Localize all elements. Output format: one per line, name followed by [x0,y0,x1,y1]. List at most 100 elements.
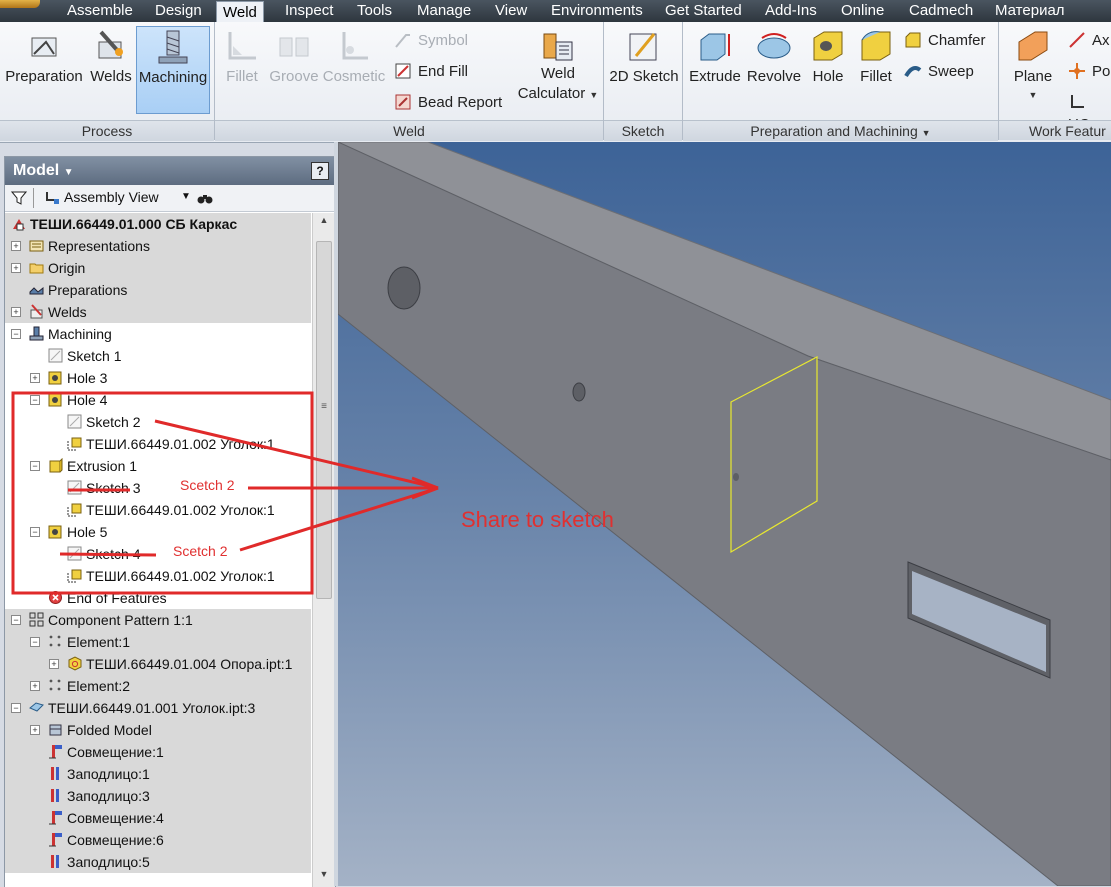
tab-tools[interactable]: Tools [357,0,392,22]
tree-row[interactable]: Заподлицо:1 [5,763,311,785]
revolve-button[interactable]: Revolve [746,26,802,85]
fillet-weld-button[interactable]: Fillet [220,26,264,85]
weld-calculator-button[interactable]: Weld Calculator ▼ [516,26,600,105]
tree-row[interactable]: + Welds [5,301,311,323]
hole-button[interactable]: Hole [808,26,848,85]
tab-manage[interactable]: Manage [417,0,471,22]
tab-inspect[interactable]: Inspect [285,0,333,22]
scroll-up-icon[interactable]: ▲ [317,215,331,229]
collapse-icon[interactable]: − [11,329,21,339]
tab-get-started[interactable]: Get Started [665,0,742,22]
tree-row[interactable]: ТЕШИ.66449.01.000 СБ Каркас [5,213,311,235]
2d-sketch-button[interactable]: 2D Sketch [608,26,680,85]
tree-row[interactable]: + Origin [5,257,311,279]
tree-row[interactable]: − Hole 4 [5,389,311,411]
graphics-viewport[interactable] [338,142,1111,886]
expand-icon[interactable]: + [30,681,40,691]
tree-row[interactable]: Заподлицо:5 [5,851,311,873]
find-binoculars-icon[interactable] [197,190,213,206]
tab-assemble[interactable]: Assemble [67,0,133,22]
tree-row[interactable]: ТЕШИ.66449.01.002 Уголок:1 [5,565,311,587]
tree-row[interactable]: Sketch 1 [5,345,311,367]
tab-material[interactable]: Материал [995,0,1065,22]
expand-icon[interactable]: + [30,725,40,735]
tree-row[interactable]: − Component Pattern 1:1 [5,609,311,631]
point-button[interactable]: Po [1068,61,1110,83]
mate-icon [49,811,62,825]
chamfer-button[interactable]: Chamfer [904,30,986,52]
expand-icon[interactable]: + [11,307,21,317]
tree-row[interactable]: Совмещение:4 [5,807,311,829]
axis-button[interactable]: Ax [1068,30,1110,52]
scrollbar-thumb[interactable] [316,241,332,599]
extrude-button[interactable]: Extrude [688,26,742,85]
sketch-2d-icon [629,33,657,61]
tree-row[interactable]: Preparations [5,279,311,301]
view-selector[interactable]: Assembly View [64,189,159,205]
ucs-button[interactable]: UC [1068,92,1111,133]
tab-design[interactable]: Design [155,0,202,22]
collapse-icon[interactable]: − [30,527,40,537]
expand-icon[interactable]: + [30,373,40,383]
tree-row[interactable]: Sketch 3 [5,477,311,499]
tree-row[interactable]: End of Features [5,587,311,609]
collapse-icon[interactable]: − [30,395,40,405]
tree-row[interactable]: − Hole 5 [5,521,311,543]
extrude-icon [700,33,730,61]
end-fill-button[interactable]: End Fill [394,61,468,83]
expand-icon[interactable]: + [49,659,59,669]
tree-row[interactable]: Совмещение:6 [5,829,311,851]
browser-title[interactable]: Model ▼ [13,162,74,180]
help-button[interactable]: ? [311,162,329,180]
symbol-button[interactable]: Symbol [394,30,468,52]
tree-row[interactable]: − Machining [5,323,311,345]
chevron-down-icon[interactable]: ▼ [1029,90,1038,100]
tree-row[interactable]: + ТЕШИ.66449.01.004 Опора.ipt:1 [5,653,311,675]
tree-row[interactable]: Заподлицо:3 [5,785,311,807]
tab-view[interactable]: View [495,0,527,22]
tab-cadmech[interactable]: Cadmech [909,0,973,22]
tree-row[interactable]: ТЕШИ.66449.01.002 Уголок:1 [5,499,311,521]
tree-row[interactable]: − Extrusion 1 [5,455,311,477]
chevron-down-icon[interactable]: ▼ [922,128,931,138]
axis-label: Ax [1092,32,1110,49]
collapse-icon[interactable]: − [30,637,40,647]
tree-row[interactable]: − ТЕШИ.66449.01.001 Уголок.ipt:3 [5,697,311,719]
sweep-label: Sweep [928,63,974,80]
tree-row[interactable]: + Folded Model [5,719,311,741]
scroll-down-icon[interactable]: ▼ [317,869,331,883]
expand-icon[interactable]: + [11,263,21,273]
tree-row[interactable]: + Hole 3 [5,367,311,389]
tree-item-label: Element:1 [67,634,131,650]
tab-online[interactable]: Online [841,0,884,22]
tab-add-ins[interactable]: Add-Ins [765,0,817,22]
collapse-icon[interactable]: − [11,615,21,625]
welds-button[interactable]: Welds [88,26,134,85]
application-menu-button[interactable] [0,0,40,8]
chevron-down-icon[interactable]: ▼ [181,191,191,202]
tab-weld[interactable]: Weld [216,1,264,24]
cosmetic-button[interactable]: Cosmetic [322,26,386,85]
weld-calculator-icon [543,33,573,61]
expand-icon[interactable]: + [11,241,21,251]
sweep-button[interactable]: Sweep [904,61,974,83]
tree-row[interactable]: Совмещение:1 [5,741,311,763]
filter-icon[interactable] [11,190,27,206]
collapse-icon[interactable]: − [11,703,21,713]
tree-row[interactable]: Sketch 2 [5,411,311,433]
tree-row[interactable]: + Element:2 [5,675,311,697]
machining-button[interactable]: Machining [136,26,210,114]
chevron-down-icon[interactable]: ▼ [589,90,598,100]
plane-button[interactable]: Plane ▼ [1006,26,1060,102]
preparation-button[interactable]: Preparation [4,26,84,85]
fillet-feature-button[interactable]: Fillet [856,26,896,85]
groove-button[interactable]: Groove [268,26,320,85]
tree-row[interactable]: Sketch 4 [5,543,311,565]
tree-row[interactable]: + Representations [5,235,311,257]
tree-row[interactable]: − Element:1 [5,631,311,653]
tree-row[interactable]: ТЕШИ.66449.01.002 Уголок:1 [5,433,311,455]
collapse-icon[interactable]: − [30,461,40,471]
tab-environments[interactable]: Environments [551,0,643,22]
browser-scrollbar[interactable]: ▲ ≡ ▼ [312,213,335,887]
bead-report-button[interactable]: Bead Report [394,92,502,114]
